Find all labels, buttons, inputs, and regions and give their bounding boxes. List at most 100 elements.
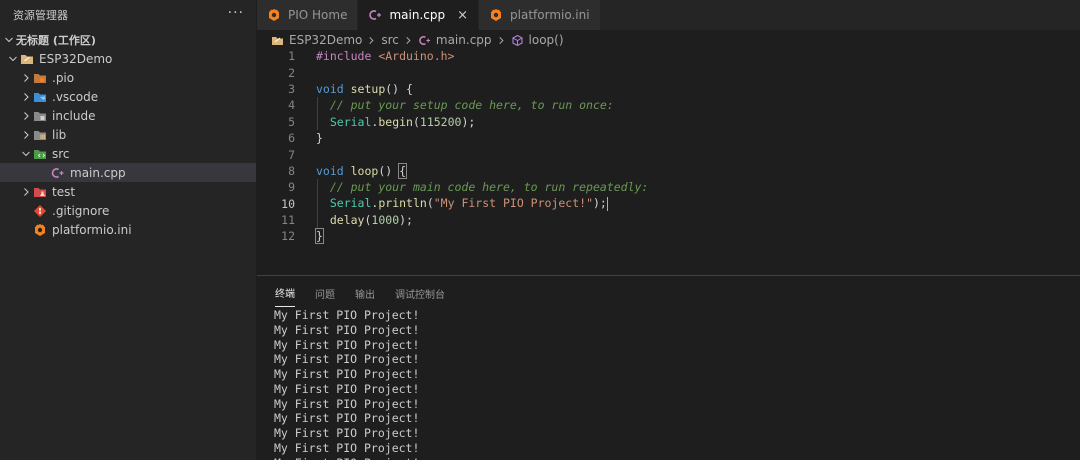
line-number: 10 <box>281 196 295 211</box>
close-icon[interactable]: × <box>457 8 468 23</box>
indent-guide <box>317 97 318 130</box>
cpp-file-icon <box>51 166 65 180</box>
tree-item-src[interactable]: src <box>0 144 256 163</box>
tree-item-include[interactable]: include <box>0 106 256 125</box>
terminal-output[interactable]: My First PIO Project! My First PIO Projec… <box>257 308 1080 460</box>
breadcrumb-file[interactable]: main.cpp <box>436 33 492 47</box>
terminal-line: My First PIO Project! <box>274 426 420 440</box>
code-token: setup <box>350 81 386 96</box>
line-number: 1 <box>288 49 295 64</box>
code-token: // put your main code here, to run repea… <box>329 180 649 195</box>
text-cursor <box>606 196 608 211</box>
tree-item-label: .gitignore <box>52 203 110 218</box>
terminal-line: My First PIO Project! <box>274 396 420 411</box>
chevron-right-icon <box>19 73 33 83</box>
terminal-line: My First PIO Project! <box>274 440 420 455</box>
lib-folder-icon <box>33 128 47 142</box>
tab-problems[interactable]: 问题 <box>315 278 335 307</box>
line-number: 4 <box>288 98 295 113</box>
tree-item-test[interactable]: test <box>0 182 256 201</box>
vscode-folder-icon <box>33 90 47 104</box>
code-token: ); <box>399 213 413 228</box>
chevron-right-icon <box>497 36 506 45</box>
tree-item-label: main.cpp <box>70 165 126 180</box>
tab-terminal[interactable]: 终端 <box>275 277 295 307</box>
code-token: () <box>378 163 400 178</box>
tree-item-pio[interactable]: .pio <box>0 68 256 87</box>
code-token: ); <box>461 114 476 129</box>
code-text: } <box>316 131 323 145</box>
folder-project-icon <box>20 52 34 66</box>
code-token: () { <box>385 81 413 96</box>
tree-item-gitignore[interactable]: .gitignore <box>0 201 256 220</box>
line-number: 12 <box>281 229 295 244</box>
code-token: begin <box>378 114 413 129</box>
code-line: 9 // put your main code here, to run rep… <box>257 179 1080 195</box>
platformio-file-icon <box>489 8 503 22</box>
panel-tab-bar: 终端 问题 输出 调试控制台 <box>257 276 1080 308</box>
breadcrumb-symbol[interactable]: loop() <box>529 33 564 47</box>
tree-item-label: .vscode <box>52 89 99 104</box>
code-editor[interactable]: 1 #include <Arduino.h> 2 3 void setup() {4 /… <box>257 48 1080 276</box>
editor-tab-bar: PIO Home main.cpp × platformio.ini <box>257 0 1080 30</box>
terminal-line: My First PIO Project! <box>274 367 420 381</box>
file-tree: ESP32Demo .pio .vscode include lib src main.cp… <box>0 49 256 239</box>
code-line: 3 void setup() { <box>257 81 1080 97</box>
terminal-line: My First PIO Project! <box>274 381 420 396</box>
tab-pio-home[interactable]: PIO Home <box>257 0 359 30</box>
chevron-right-icon <box>19 92 33 102</box>
cpp-file-icon <box>418 34 431 47</box>
tree-item-label: include <box>52 108 96 123</box>
code-token: <Arduino.h> <box>378 49 455 64</box>
bottom-panel: 终端 问题 输出 调试控制台 My First PIO Project! My F… <box>257 275 1080 460</box>
tree-item-lib[interactable]: lib <box>0 125 256 144</box>
workspace-root[interactable]: 无标题 (工作区) <box>0 30 256 49</box>
tree-item-label: lib <box>52 127 67 142</box>
code-token: delay <box>329 213 365 228</box>
tab-platformio-ini[interactable]: platformio.ini <box>479 0 601 30</box>
more-actions-icon[interactable]: ··· <box>228 5 244 21</box>
code-text: Serial.println("My First PIO Project!"); <box>316 196 608 211</box>
terminal-line: My First PIO Project! <box>274 308 420 322</box>
tree-item-label: platformio.ini <box>52 222 132 237</box>
code-text: void loop() { <box>316 162 408 179</box>
line-number: 2 <box>288 65 295 80</box>
chevron-right-icon <box>404 36 413 45</box>
breadcrumb-folder[interactable]: src <box>381 33 399 47</box>
terminal-line: My First PIO Project! <box>274 352 420 367</box>
explorer-header: 资源管理器 ··· <box>0 0 256 30</box>
code-token: } <box>315 228 324 245</box>
tab-main-cpp[interactable]: main.cpp × <box>358 0 480 30</box>
chevron-down-icon <box>2 35 16 45</box>
code-token: Serial <box>329 196 372 211</box>
tab-label: platformio.ini <box>510 8 590 22</box>
tree-item-main-cpp[interactable]: main.cpp <box>0 163 256 182</box>
code-token: void <box>316 163 351 178</box>
indent-guide <box>317 179 318 229</box>
breadcrumb-project[interactable]: ESP32Demo <box>289 33 362 47</box>
tab-output[interactable]: 输出 <box>355 278 375 307</box>
code-token: loop <box>350 163 379 178</box>
code-line: 4 // put your setup code here, to run on… <box>257 97 1080 113</box>
code-token: #include <box>316 49 379 64</box>
line-number: 9 <box>288 180 295 195</box>
line-number: 11 <box>281 213 295 228</box>
tree-item-platformio-ini[interactable]: platformio.ini <box>0 220 256 239</box>
code-text: #include <Arduino.h> <box>316 49 454 63</box>
chevron-right-icon <box>19 111 33 121</box>
tree-item-label: src <box>52 146 70 161</box>
code-line: 12} <box>257 228 1080 245</box>
tab-debug-console[interactable]: 调试控制台 <box>395 278 445 307</box>
pio-folder-icon <box>33 71 47 85</box>
code-line: 8 void loop() { <box>257 162 1080 179</box>
platformio-file-icon <box>33 223 47 237</box>
tree-item-esp32demo[interactable]: ESP32Demo <box>0 49 256 68</box>
include-folder-icon <box>33 109 47 123</box>
tree-item-vscode[interactable]: .vscode <box>0 87 256 106</box>
tree-item-label: .pio <box>52 70 75 85</box>
tab-label: PIO Home <box>288 8 348 22</box>
